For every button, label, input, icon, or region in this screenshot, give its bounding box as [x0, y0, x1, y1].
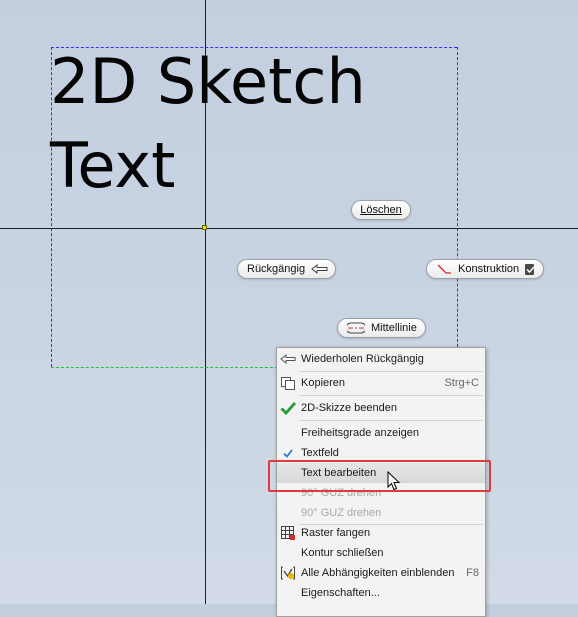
menu-separator	[299, 371, 483, 372]
menu-item-properties[interactable]: Eigenschaften...	[277, 583, 485, 603]
text-box-border-right	[457, 47, 458, 367]
menu-item-snap-grid-label: Raster fangen	[301, 527, 371, 539]
menu-item-redo-label: Wiederholen Rückgängig	[301, 353, 424, 365]
copy-icon	[280, 375, 296, 391]
mouse-cursor-icon	[387, 470, 401, 496]
construction-button[interactable]: Konstruktion	[426, 259, 544, 279]
horizontal-axis	[0, 228, 578, 229]
construction-button-label: Konstruktion	[458, 263, 520, 275]
menu-item-rotate-cw[interactable]: 90° GUZ drehen	[277, 503, 485, 523]
menu-item-close-contour-label: Kontur schließen	[301, 547, 384, 559]
menu-item-finish-sketch-label: 2D-Skizze beenden	[301, 402, 398, 414]
menu-item-show-dof[interactable]: Freiheitsgrade anzeigen	[277, 423, 485, 443]
constraints-icon	[280, 565, 296, 581]
menu-item-show-constraints-label: Alle Abhängigkeiten einblenden	[301, 567, 455, 579]
delete-button-label: Löschen	[360, 204, 402, 216]
menu-item-finish-sketch[interactable]: 2D-Skizze beenden	[277, 398, 485, 418]
origin-point[interactable]	[202, 225, 207, 230]
menu-separator	[299, 420, 483, 421]
sketch-text-line-2: Text	[50, 129, 176, 202]
construction-icon	[436, 263, 452, 275]
sketch-text-line-1: 2D Sketch	[50, 45, 366, 118]
highlight-box	[268, 460, 491, 492]
undo-arrow-icon	[311, 263, 329, 275]
grid-snap-icon	[280, 525, 296, 541]
menu-item-show-constraints-shortcut: F8	[466, 567, 479, 579]
centerline-button[interactable]: Mittellinie	[337, 318, 426, 338]
green-check-icon	[280, 400, 297, 416]
menu-separator	[299, 395, 483, 396]
undo-button-label: Rückgängig	[247, 263, 306, 275]
menu-item-copy[interactable]: Kopieren Strg+C	[277, 373, 485, 393]
construction-checkbox[interactable]	[525, 263, 535, 275]
menu-item-close-contour[interactable]: Kontur schließen	[277, 543, 485, 563]
menu-item-snap-grid[interactable]: Raster fangen	[277, 523, 485, 543]
check-icon	[280, 445, 296, 461]
redo-arrow-icon	[280, 351, 296, 367]
menu-item-copy-label: Kopieren	[301, 377, 346, 389]
menu-item-show-constraints[interactable]: Alle Abhängigkeiten einblenden F8	[277, 563, 485, 583]
menu-item-redo[interactable]: Wiederholen Rückgängig	[277, 349, 485, 369]
delete-button[interactable]: Löschen	[351, 200, 411, 220]
menu-item-show-dof-label: Freiheitsgrade anzeigen	[301, 427, 420, 439]
menu-item-copy-shortcut: Strg+C	[444, 377, 479, 389]
centerline-button-label: Mittellinie	[371, 322, 417, 334]
menu-item-rotate-cw-label: 90° GUZ drehen	[301, 507, 382, 519]
sketch-text-block[interactable]: 2D Sketch Text	[50, 40, 366, 208]
undo-button[interactable]: Rückgängig	[237, 259, 336, 279]
menu-item-properties-label: Eigenschaften...	[301, 587, 380, 599]
centerline-icon	[347, 321, 365, 335]
